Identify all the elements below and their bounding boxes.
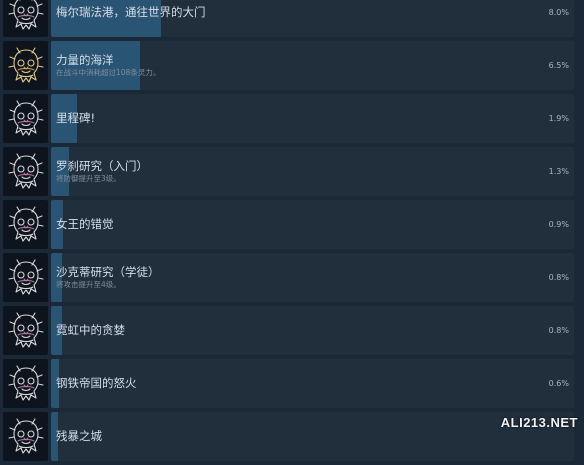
achievement-emblem-icon [3,253,48,302]
achievement-row[interactable]: 霓虹中的贪婪 0.8% [0,306,584,355]
achievement-text: 罗刹研究（入门） 将防御提升至3级。 [56,147,148,196]
achievement-percent: 1.3% [548,167,569,176]
achievement-emblem-icon [3,359,48,408]
achievement-progress-bar: 钢铁帝国的怒火 0.6% [51,359,574,408]
watermark: ALI213.NET [500,415,578,430]
achievement-percent: 0.6% [548,379,569,388]
achievement-text: 梅尔瑞法港，通往世界的大门 [56,0,206,37]
achievement-name: 女王的错觉 [56,217,114,231]
achievement-description: 将防御提升至3级。 [56,174,121,183]
achievement-name: 梅尔瑞法港，通往世界的大门 [56,5,206,19]
achievement-emblem-icon [3,147,48,196]
achievement-row[interactable]: 残暴之城 [0,412,584,461]
achievement-percent: 0.8% [548,273,569,282]
achievement-name: 力量的海洋 [56,53,114,67]
achievement-progress-bar: 女王的错觉 0.9% [51,200,574,249]
achievement-text: 残暴之城 [56,412,102,461]
achievement-text: 沙克蒂研究（学徒） 将攻击提升至4级。 [56,253,160,302]
achievement-percent: 8.0% [548,8,569,17]
achievement-progress-bar: 霓虹中的贪婪 0.8% [51,306,574,355]
achievement-row[interactable]: 力量的海洋 在战斗中消耗超过108条灵力。 6.5% [0,41,584,90]
achievement-row[interactable]: 沙克蒂研究（学徒） 将攻击提升至4级。 0.8% [0,253,584,302]
achievement-progress-bar: 残暴之城 [51,412,574,461]
achievement-name: 残暴之城 [56,429,102,443]
achievement-progress-bar: 罗刹研究（入门） 将防御提升至3级。 1.3% [51,147,574,196]
achievement-name: 罗刹研究（入门） [56,159,148,173]
achievement-row[interactable]: 女王的错觉 0.9% [0,200,584,249]
achievement-text: 霓虹中的贪婪 [56,306,125,355]
achievement-progress-bar: 梅尔瑞法港，通往世界的大门 8.0% [51,0,574,37]
achievement-description: 在战斗中消耗超过108条灵力。 [56,68,161,77]
achievement-emblem-icon [3,306,48,355]
achievement-emblem-icon [3,412,48,461]
achievement-list: 梅尔瑞法港，通往世界的大门 8.0% 力量的海洋 在战斗中消耗超过108条灵力。 6.5… [0,0,584,465]
achievement-progress-bar: 沙克蒂研究（学徒） 将攻击提升至4级。 0.8% [51,253,574,302]
achievement-percent: 6.5% [548,61,569,70]
achievement-text: 女王的错觉 [56,200,114,249]
achievement-row[interactable]: 梅尔瑞法港，通往世界的大门 8.0% [0,0,584,37]
achievement-emblem-icon [3,0,48,37]
achievement-text: 里程碑! [56,94,95,143]
achievement-progress-bar: 里程碑! 1.9% [51,94,574,143]
achievement-progress-bar: 力量的海洋 在战斗中消耗超过108条灵力。 6.5% [51,41,574,90]
achievement-row[interactable]: 钢铁帝国的怒火 0.6% [0,359,584,408]
achievement-emblem-icon [3,200,48,249]
achievement-percent: 1.9% [548,114,569,123]
achievement-emblem-icon [3,41,48,90]
achievement-text: 力量的海洋 在战斗中消耗超过108条灵力。 [56,41,160,90]
achievement-name: 霓虹中的贪婪 [56,323,125,337]
achievement-percent: 0.9% [548,220,569,229]
achievement-description: 将攻击提升至4级。 [56,280,121,289]
achievement-text: 钢铁帝国的怒火 [56,359,137,408]
achievement-name: 钢铁帝国的怒火 [56,376,137,390]
achievement-name: 沙克蒂研究（学徒） [56,265,160,279]
achievement-percent: 0.8% [548,326,569,335]
achievement-row[interactable]: 里程碑! 1.9% [0,94,584,143]
achievement-row[interactable]: 罗刹研究（入门） 将防御提升至3级。 1.3% [0,147,584,196]
achievement-emblem-icon [3,94,48,143]
achievement-name: 里程碑! [56,111,96,125]
